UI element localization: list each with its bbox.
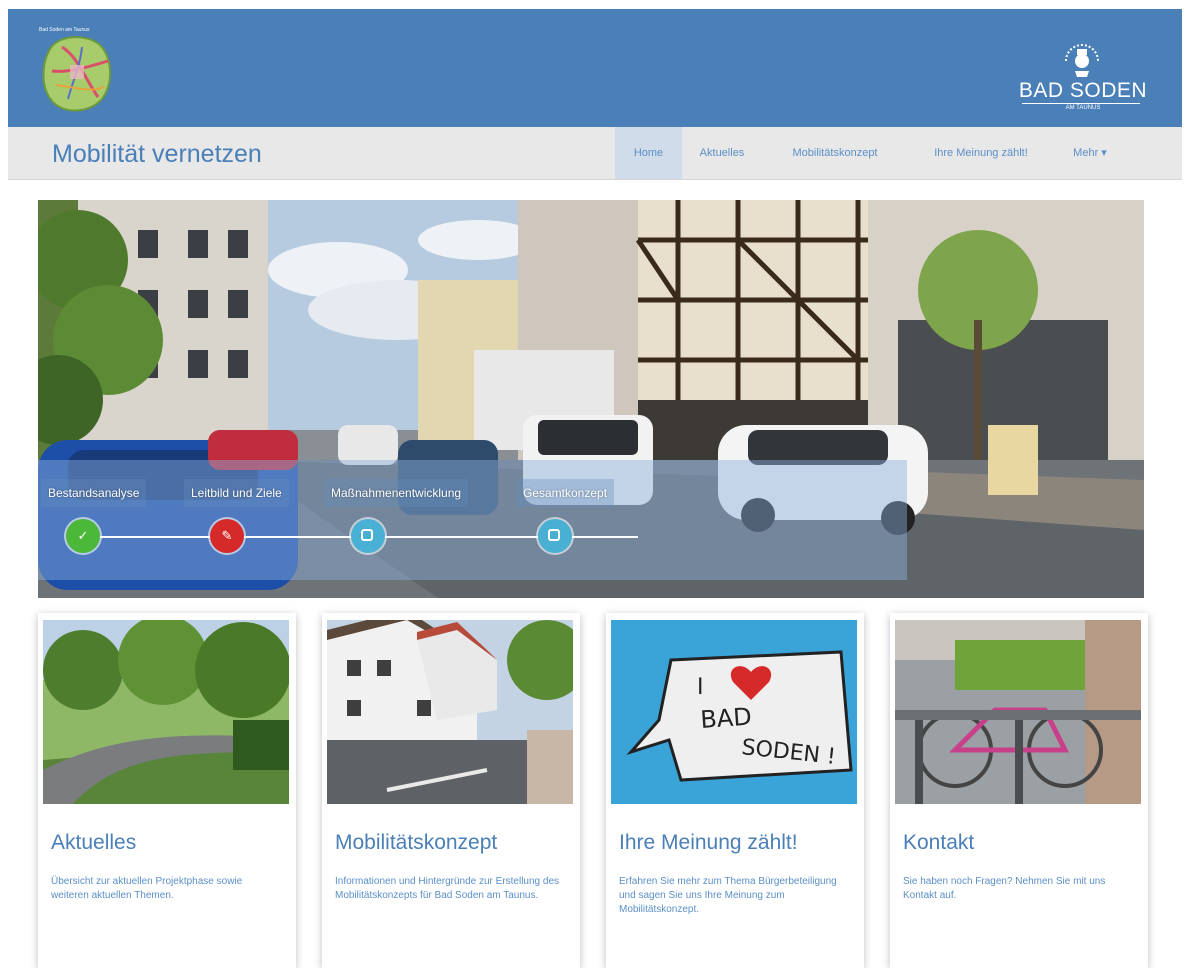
street-house-image [327,620,573,804]
bicycle-image [895,620,1141,804]
nav-home[interactable]: Home [615,127,682,179]
step-label-gesamtkonzept[interactable]: Gesamtkonzept [516,479,615,507]
edit-icon: ✎ [221,528,233,543]
park-path-image [43,620,289,804]
hero-street-image: Bestandsanalyse Leitbild und Ziele Maßna… [38,200,1144,598]
card-ihre-meinung[interactable]: I BAD SODEN ! Ihre Meinung zählt! Erfahr… [606,613,864,968]
city-crest-icon [1065,44,1099,77]
nav-ihre-meinung[interactable]: Ihre Meinung zählt! [906,127,1056,179]
logo-caption: Bad Soden am Taunus [39,27,90,33]
step-done-icon[interactable]: ✓ [66,519,100,553]
square-icon [548,529,560,541]
card-aktuelles[interactable]: Aktuelles Übersicht zur aktuellen Projek… [38,613,296,968]
card-kontakt[interactable]: Kontakt Sie haben noch Fragen? Nehmen Si… [890,613,1148,968]
step-open-icon[interactable] [351,519,385,553]
card-title[interactable]: Mobilitätskonzept [335,831,497,855]
graffiti-line2: BAD [699,702,752,734]
graffiti-line1: I [697,675,704,700]
nav-mobilitaetskonzept[interactable]: Mobilitätskonzept [768,127,902,179]
card-title[interactable]: Kontakt [903,831,974,855]
city-underline [1022,103,1140,104]
square-icon [361,529,373,541]
map-logo[interactable] [38,27,120,117]
city-sub: AM TAUNUS [1065,105,1101,111]
city-name: BAD SODEN [1018,79,1148,102]
nav-mehr-dropdown[interactable]: Mehr ▾ [1060,127,1120,179]
card-title[interactable]: Aktuelles [51,831,136,855]
main-navbar: Mobilität vernetzen Home Aktuelles Mobil… [8,127,1182,180]
step-label-bestandsanalyse[interactable]: Bestandsanalyse [41,479,147,507]
check-icon: ✓ [77,528,89,543]
city-logo[interactable]: BAD SODEN AM TAUNUS [1018,39,1148,123]
step-label-massnahmen[interactable]: Maßnahmenentwicklung [324,479,469,507]
progress-overlay [38,460,907,580]
site-brand[interactable]: Mobilität vernetzen [52,140,262,169]
card-text: Sie haben noch Fragen? Nehmen Sie mit un… [903,876,1106,901]
site-header: Bad Soden am Taunus BAD SODEN AM TAUNUS [8,9,1182,127]
card-title[interactable]: Ihre Meinung zählt! [619,831,798,855]
graffiti-image: I BAD SODEN ! [611,620,857,804]
step-label-leitbild[interactable]: Leitbild und Ziele [184,479,289,507]
card-text: Erfahren Sie mehr zum Thema Bürgerbeteil… [619,876,837,915]
card-mobilitaetskonzept[interactable]: Mobilitätskonzept Informationen und Hint… [322,613,580,968]
step-current-icon[interactable]: ✎ [210,519,244,553]
card-text: Übersicht zur aktuellen Projektphase sow… [51,876,243,901]
nav-aktuelles[interactable]: Aktuelles [688,127,756,179]
step-open-icon[interactable] [538,519,572,553]
card-text: Informationen und Hintergründe zur Erste… [335,876,560,901]
